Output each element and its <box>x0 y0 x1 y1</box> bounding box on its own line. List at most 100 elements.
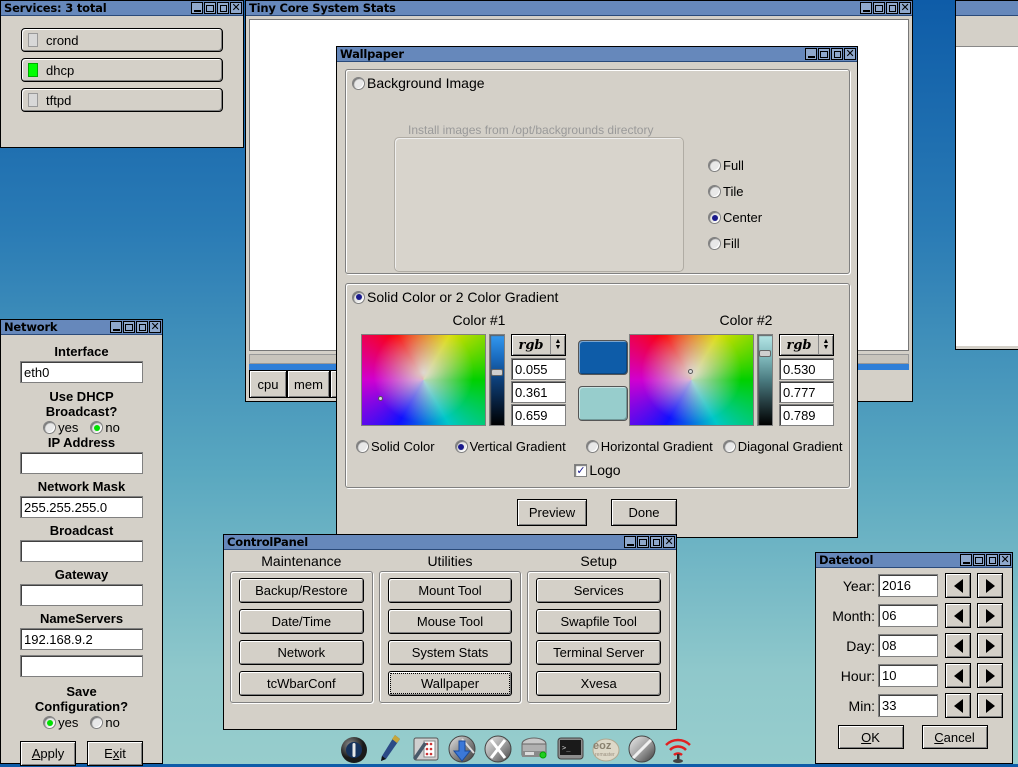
datetool-window[interactable]: Datetool ✕ Year: 2016 Month: 06 Day: 08 <box>815 552 1013 764</box>
cp-button-date-time[interactable]: Date/Time <box>239 609 364 634</box>
color2-slider-handle[interactable] <box>759 350 771 357</box>
gradient-solid-radio[interactable] <box>356 440 369 453</box>
color2-mode-selector[interactable]: rgb ▲▼ <box>779 334 834 356</box>
restore-icon[interactable] <box>217 2 229 14</box>
maximize-icon[interactable] <box>204 2 216 14</box>
color2-wheel[interactable] <box>629 334 754 426</box>
gradient-solid-row[interactable]: Solid Color <box>356 439 435 454</box>
window-buttons[interactable]: ✕ <box>805 48 856 60</box>
mode-tile-radio[interactable] <box>708 185 721 198</box>
datetool-input-hour[interactable]: 10 <box>878 664 938 687</box>
dock-icon-terminal[interactable]: >_ <box>553 732 587 764</box>
input-gateway[interactable] <box>20 584 143 606</box>
save-radio-row[interactable]: yes no <box>20 715 143 730</box>
cp-button-wallpaper[interactable]: Wallpaper <box>388 671 513 696</box>
background-image-modes[interactable]: Full Tile Center Fill <box>708 158 762 251</box>
logo-checkbox[interactable]: ✓ <box>574 464 587 477</box>
sysstats-titlebar[interactable]: Tiny Core System Stats ✕ <box>246 1 912 16</box>
cp-button-terminal-server[interactable]: Terminal Server <box>536 640 661 665</box>
close-icon[interactable]: ✕ <box>663 536 675 548</box>
maximize-icon[interactable] <box>873 2 885 14</box>
cp-button-services[interactable]: Services <box>536 578 661 603</box>
window-buttons[interactable]: ✕ <box>860 2 911 14</box>
datetool-day-decrement[interactable] <box>945 633 971 658</box>
dock-icon-tools[interactable] <box>409 732 443 764</box>
minimize-icon[interactable] <box>860 2 872 14</box>
dhcp-radio-row[interactable]: yes no <box>20 420 143 435</box>
close-icon[interactable]: ✕ <box>899 2 911 14</box>
minimize-icon[interactable] <box>960 554 972 566</box>
exit-button[interactable]: Exit <box>87 741 143 766</box>
cp-button-mount-tool[interactable]: Mount Tool <box>388 578 513 603</box>
service-item-tftpd[interactable]: tftpd <box>21 88 223 112</box>
solid-color-radio[interactable] <box>352 291 365 304</box>
color1-slider-handle[interactable] <box>491 369 503 376</box>
color2-value-g[interactable]: 0.777 <box>779 381 834 403</box>
window-buttons[interactable]: ✕ <box>191 2 242 14</box>
cp-button-backup-restore[interactable]: Backup/Restore <box>239 578 364 603</box>
datetool-day-increment[interactable] <box>977 633 1003 658</box>
color1-value-r[interactable]: 0.055 <box>511 358 566 380</box>
color2-value-r[interactable]: 0.530 <box>779 358 834 380</box>
restore-icon[interactable] <box>886 2 898 14</box>
wallpaper-titlebar[interactable]: Wallpaper ✕ <box>337 47 857 62</box>
minimize-icon[interactable] <box>805 48 817 60</box>
gradient-diagonal-radio[interactable] <box>723 440 736 453</box>
network-window[interactable]: Network ✕ Interface eth0 Use DHCP Broadc… <box>0 319 163 764</box>
save-no-radio[interactable] <box>90 716 103 729</box>
color1-value-g[interactable]: 0.361 <box>511 381 566 403</box>
maximize-icon[interactable] <box>973 554 985 566</box>
background-window-right[interactable]: ✕ <box>955 0 1018 350</box>
mode-fill-radio[interactable] <box>708 237 721 250</box>
dhcp-yes-row[interactable]: yes <box>43 420 78 435</box>
dock-icon-disc[interactable] <box>625 732 659 764</box>
cp-button-mouse-tool[interactable]: Mouse Tool <box>388 609 513 634</box>
color1-wheel[interactable] <box>361 334 486 426</box>
tab-cpu[interactable]: cpu <box>249 370 287 398</box>
background-image-radio-row[interactable]: Background Image <box>352 75 485 91</box>
service-item-crond[interactable]: crond <box>21 28 223 52</box>
dock-icon-download[interactable] <box>445 732 479 764</box>
controlpanel-window[interactable]: ControlPanel ✕ Maintenance Backup/Restor… <box>223 534 677 730</box>
cp-button-xvesa[interactable]: Xvesa <box>536 671 661 696</box>
dock-icon-drive[interactable] <box>517 732 551 764</box>
restore-icon[interactable] <box>831 48 843 60</box>
apply-button[interactable]: AApplypply <box>20 741 76 766</box>
restore-icon[interactable] <box>136 321 148 333</box>
restore-icon[interactable] <box>650 536 662 548</box>
chevron-updown-icon[interactable]: ▲▼ <box>550 335 565 355</box>
mode-full-radio[interactable] <box>708 159 721 172</box>
window-buttons[interactable]: ✕ <box>624 536 675 548</box>
cp-button-swapfile-tool[interactable]: Swapfile Tool <box>536 609 661 634</box>
color1-mode-selector[interactable]: rgb ▲▼ <box>511 334 566 356</box>
logo-checkbox-row[interactable]: ✓ Logo <box>346 462 849 478</box>
datetool-year-decrement[interactable] <box>945 573 971 598</box>
input-network-mask[interactable]: 255.255.255.0 <box>20 496 143 518</box>
save-yes-row[interactable]: yes <box>43 715 78 730</box>
controlpanel-titlebar[interactable]: ControlPanel ✕ <box>224 535 676 550</box>
datetool-actions[interactable]: OK Cancel <box>821 725 1004 749</box>
close-icon[interactable]: ✕ <box>149 321 161 333</box>
dock-icon-wifi[interactable] <box>661 732 695 764</box>
services-window[interactable]: Services: 3 total ✕ crond dhcp tftpd <box>0 0 244 148</box>
background-window-right-titlebar[interactable]: ✕ <box>956 1 1018 16</box>
datetool-month-increment[interactable] <box>977 603 1003 628</box>
datetool-input-min[interactable]: 33 <box>878 694 938 717</box>
wallpaper-actions[interactable]: Preview Done <box>337 499 857 526</box>
wallpaper-window[interactable]: Wallpaper ✕ Background Image Install ima… <box>336 46 858 538</box>
done-button[interactable]: Done <box>611 499 677 526</box>
minimize-icon[interactable] <box>191 2 203 14</box>
cp-button-system-stats[interactable]: System Stats <box>388 640 513 665</box>
gradient-vertical-row[interactable]: Vertical Gradient <box>455 439 566 454</box>
gradient-mode-row[interactable]: Solid Color Vertical Gradient Horizontal… <box>352 439 847 454</box>
mode-fill-row[interactable]: Fill <box>708 236 762 251</box>
dock-icon-power[interactable] <box>337 732 371 764</box>
window-buttons[interactable]: ✕ <box>960 554 1011 566</box>
dock-icon-pen[interactable] <box>373 732 407 764</box>
restore-icon[interactable] <box>986 554 998 566</box>
close-icon[interactable]: ✕ <box>230 2 242 14</box>
background-image-radio[interactable] <box>352 77 365 90</box>
datetool-hour-decrement[interactable] <box>945 663 971 688</box>
input-ip-address[interactable] <box>20 452 143 474</box>
minimize-icon[interactable] <box>110 321 122 333</box>
